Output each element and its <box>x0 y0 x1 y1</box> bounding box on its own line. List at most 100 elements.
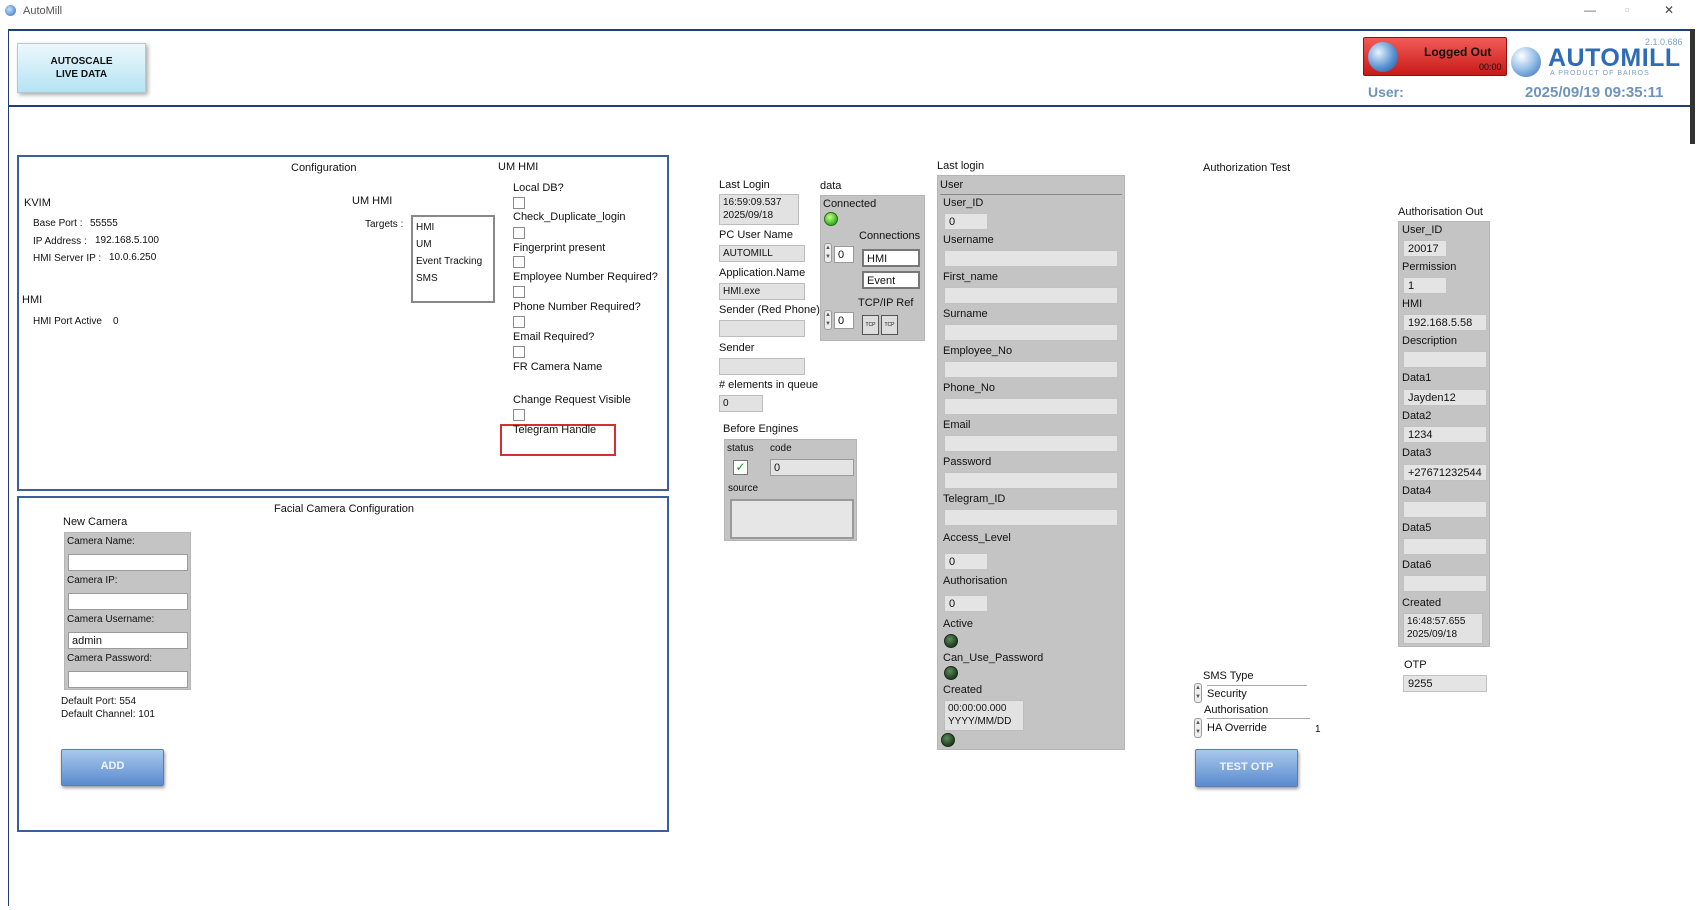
target-item[interactable]: HMI <box>416 219 490 236</box>
minimize-button[interactable]: — <box>1584 3 1596 17</box>
sender-red-phone-value <box>719 320 805 337</box>
access-level-label: Access_Level <box>943 532 1011 544</box>
targets-listbox[interactable]: HMI UM Event Tracking SMS <box>411 215 495 303</box>
sender-red-phone-label: Sender (Red Phone) <box>719 304 820 316</box>
close-button[interactable]: ✕ <box>1664 3 1674 17</box>
right-scrollbar[interactable] <box>1690 29 1695 144</box>
connections-spinner[interactable]: ▲ ▼ <box>824 243 832 263</box>
connections-index[interactable]: 0 <box>834 246 854 263</box>
first-name-label: First_name <box>943 271 999 283</box>
logged-out-button[interactable]: Logged Out 00:00 <box>1363 37 1507 76</box>
active-label: Active <box>943 618 973 630</box>
add-camera-button[interactable]: ADD <box>61 749 164 786</box>
title-bar: AutoMill — ▫ ✕ <box>0 0 1697 22</box>
window-title: AutoMill <box>23 5 63 17</box>
camera-ip-input[interactable] <box>68 593 188 610</box>
sms-type-authorisation[interactable]: Authorisation <box>1204 704 1268 716</box>
data4-label: Data4 <box>1402 485 1432 497</box>
last-login-date: 2025/09/18 <box>723 210 774 221</box>
automill-logo-subtitle: A PRODUCT OF BAIROS <box>1550 70 1650 77</box>
username-label: Username <box>943 234 994 246</box>
connected-led <box>824 212 838 226</box>
fingerprint-present-checkbox[interactable] <box>513 256 525 268</box>
auth-hmi-field: 192.168.5.58 <box>1403 314 1487 331</box>
sms-type-label: SMS Type <box>1203 670 1254 682</box>
auth-user-id-label: User_ID <box>1402 224 1443 236</box>
sender-value <box>719 358 805 375</box>
email-required-checkbox[interactable] <box>513 346 525 358</box>
auth-user-id-field: 20017 <box>1403 240 1447 257</box>
autoscale-label: AUTOSCALE <box>50 56 113 67</box>
first-name-field[interactable] <box>944 287 1118 304</box>
email-label: Email <box>943 419 971 431</box>
code-value: 0 <box>770 459 854 476</box>
tcp-ref-icon: TCP <box>862 315 879 335</box>
target-item[interactable]: UM <box>416 236 490 253</box>
email-required-label: Email Required? <box>513 331 595 343</box>
tcpip-spinner[interactable]: ▲ ▼ <box>824 310 832 330</box>
last-login-value: 16:59:09.537 2025/09/18 <box>719 194 799 225</box>
telegram-id-field[interactable] <box>944 509 1118 526</box>
local-db-label: Local DB? <box>513 182 564 194</box>
user-label: User <box>940 179 964 191</box>
phone-number-required-label: Phone Number Required? <box>513 301 641 313</box>
surname-field[interactable] <box>944 324 1118 341</box>
email-field[interactable] <box>944 435 1118 452</box>
phone-no-field[interactable] <box>944 398 1118 415</box>
user-id-field[interactable]: 0 <box>944 213 988 230</box>
authorisation-label: Authorisation <box>943 575 1008 587</box>
description-field <box>1403 351 1487 368</box>
phone-no-label: Phone_No <box>943 382 995 394</box>
ha-override-divider <box>1207 718 1310 719</box>
created-time: 00:00:00.000 <box>948 703 1007 714</box>
user-status-led <box>941 733 955 747</box>
password-label: Password <box>943 456 992 468</box>
autoscale-live-data-button[interactable]: AUTOSCALE LIVE DATA <box>17 43 146 93</box>
created-label: Created <box>943 684 983 696</box>
sms-type-spinner[interactable]: ▲ ▼ <box>1194 683 1202 703</box>
camera-username-input[interactable]: admin <box>68 632 188 649</box>
auth-created-label: Created <box>1402 597 1442 609</box>
default-channel-label: Default Channel: 101 <box>61 709 155 720</box>
data-label: data <box>820 180 842 192</box>
employee-number-required-checkbox[interactable] <box>513 286 525 298</box>
camera-password-input[interactable] <box>68 671 188 688</box>
auth-created-date: 2025/09/18 <box>1407 629 1458 640</box>
authorisation-out-label: Authorisation Out <box>1398 206 1483 218</box>
access-level-field[interactable]: 0 <box>944 553 988 570</box>
fingerprint-present-label: Fingerprint present <box>513 242 606 254</box>
sms-type-divider <box>1207 685 1307 686</box>
ha-override-spinner[interactable]: ▲ ▼ <box>1194 718 1202 738</box>
sms-type-security[interactable]: Security <box>1207 688 1247 700</box>
connection-event: Event <box>862 271 920 289</box>
user-id-label: User_ID <box>943 197 984 209</box>
auth-hmi-label: HMI <box>1402 298 1423 310</box>
authorisation-field[interactable]: 0 <box>944 595 988 612</box>
ha-override-value: 1 <box>1315 724 1321 735</box>
ha-override-label[interactable]: HA Override <box>1207 722 1267 734</box>
tcp-ref-icon: TCP <box>881 315 898 335</box>
otp-label: OTP <box>1404 659 1427 671</box>
data2-field: 1234 <box>1403 426 1487 443</box>
data6-label: Data6 <box>1402 559 1432 571</box>
username-field[interactable] <box>944 250 1118 267</box>
hmi-port-active-label: HMI Port Active <box>33 316 102 327</box>
change-request-visible-checkbox[interactable] <box>513 409 525 421</box>
phone-number-required-checkbox[interactable] <box>513 316 525 328</box>
camera-name-input[interactable] <box>68 554 188 571</box>
target-item[interactable]: Event Tracking <box>416 253 490 270</box>
password-field[interactable] <box>944 472 1118 489</box>
can-use-password-label: Can_Use_Password <box>943 652 1044 664</box>
tcpip-ref-label: TCP/IP Ref <box>858 297 914 309</box>
camera-name-label: Camera Name: <box>67 536 135 547</box>
tcpip-index[interactable]: 0 <box>834 312 854 329</box>
restore-button[interactable]: ▫ <box>1625 2 1630 17</box>
test-otp-button[interactable]: TEST OTP <box>1195 749 1298 787</box>
check-duplicate-login-checkbox[interactable] <box>513 227 525 239</box>
data4-field <box>1403 501 1487 518</box>
app-icon <box>5 5 16 16</box>
local-db-checkbox[interactable] <box>513 197 525 209</box>
automill-logo-icon <box>1511 47 1541 77</box>
employee-no-field[interactable] <box>944 361 1118 378</box>
target-item[interactable]: SMS <box>416 270 490 287</box>
